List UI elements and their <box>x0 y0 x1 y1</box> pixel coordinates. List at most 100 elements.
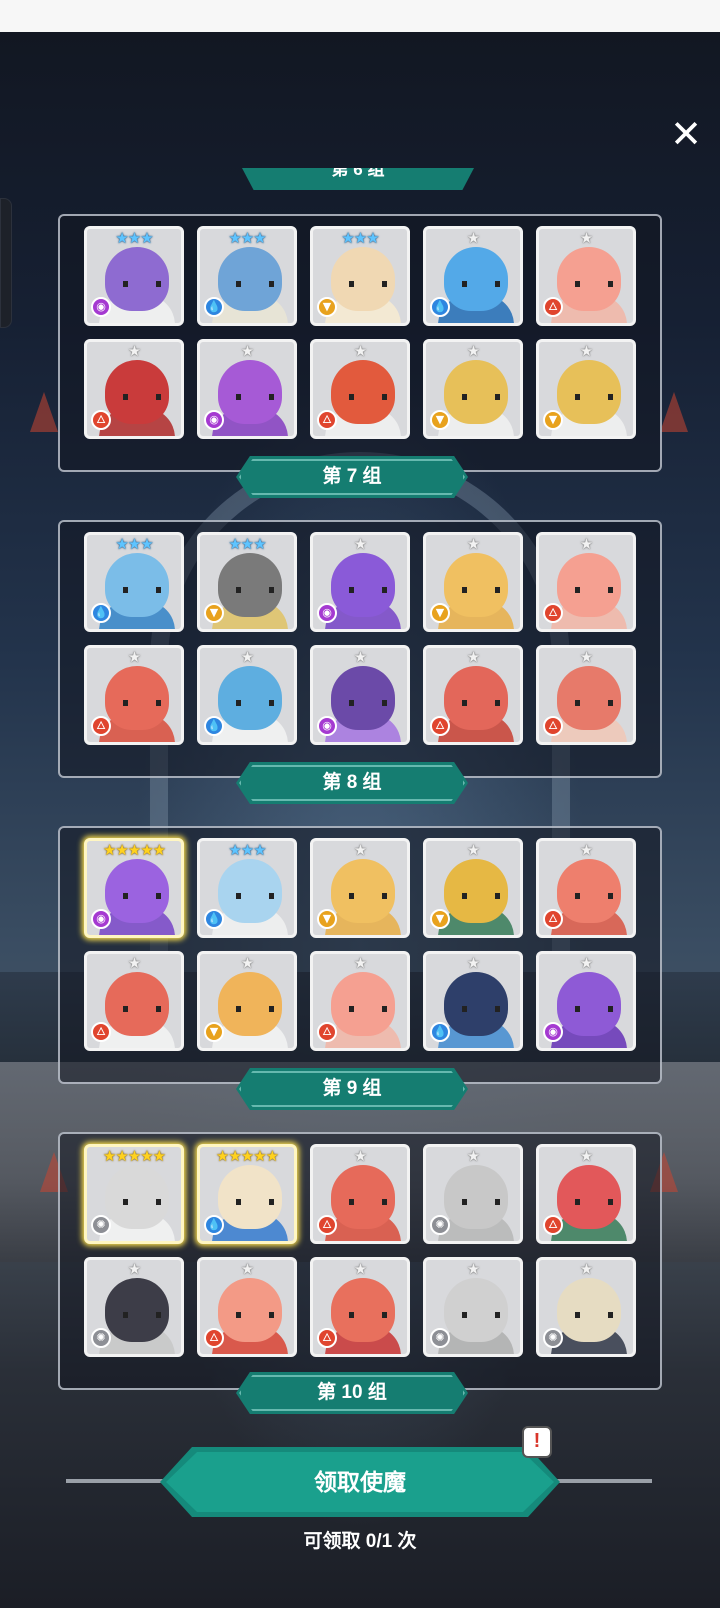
familiar-card[interactable]: ★★★ 💧 <box>197 226 297 326</box>
star-rating: ★ <box>353 648 367 666</box>
familiar-card[interactable]: ★ ▼ <box>423 532 523 632</box>
dark-element-icon: ◉ <box>91 297 111 317</box>
familiar-card[interactable]: ★ 💧 <box>423 951 523 1051</box>
star-rating: ★ <box>240 342 254 360</box>
familiar-card[interactable]: ★★★ ▼ <box>310 226 410 326</box>
familiar-card[interactable]: ★ 🜂 <box>536 226 636 326</box>
star-rating: ★ <box>579 535 593 553</box>
star-rating: ★ <box>353 954 367 972</box>
familiar-portrait <box>331 360 395 424</box>
water-element-icon: 💧 <box>430 1022 450 1042</box>
familiar-card[interactable]: ★ 🜂 <box>84 951 184 1051</box>
claim-button-label: 领取使魔 <box>314 1469 406 1495</box>
dark-element-icon: ◉ <box>204 410 224 430</box>
star-rating: ★★★ <box>341 229 379 247</box>
familiar-portrait <box>331 972 395 1036</box>
familiar-card[interactable]: ★ ▼ <box>536 339 636 439</box>
familiar-card[interactable]: ★ ✺ <box>536 1257 636 1357</box>
familiar-card-grid: ★★★★★ ◉ ★★★ 💧 ★ ▼ ★ ▼ ★ 🜂 ★ 🜂 ★ ▼ ★ 🜂 ★ 💧 ★ ◉ <box>84 838 636 1051</box>
familiar-card[interactable]: ★ ✺ <box>423 1144 523 1244</box>
alert-icon: ! <box>522 1426 552 1458</box>
star-rating: ★ <box>353 535 367 553</box>
familiar-card[interactable]: ★ 🜂 <box>310 1257 410 1357</box>
fire-element-icon: 🜂 <box>317 1215 337 1235</box>
familiar-card[interactable]: ★★★★★ ◉ <box>84 838 184 938</box>
familiar-portrait <box>105 972 169 1036</box>
star-rating: ★ <box>127 648 141 666</box>
familiar-group-panel: ★★★★★ ✺ ★★★★★ 💧 ★ 🜂 ★ ✺ ★ 🜂 ★ ✺ ★ 🜂 ★ 🜂 ★ ✺ ★ ✺ <box>58 1132 662 1390</box>
familiar-portrait <box>105 1165 169 1229</box>
star-rating: ★ <box>579 229 593 247</box>
familiar-card[interactable]: ★ 🜂 <box>84 339 184 439</box>
water-element-icon: 💧 <box>204 909 224 929</box>
familiar-portrait <box>105 553 169 617</box>
familiar-card-grid: ★★★ ◉ ★★★ 💧 ★★★ ▼ ★ 💧 ★ 🜂 ★ 🜂 ★ ◉ ★ 🜂 ★ ▼ ★ ▼ <box>84 226 636 439</box>
familiar-card[interactable]: ★★★ 💧 <box>84 532 184 632</box>
familiar-card[interactable]: ★ ◉ <box>536 951 636 1051</box>
familiar-card[interactable]: ★ ▼ <box>423 838 523 938</box>
familiar-card[interactable]: ★★★ ▼ <box>197 532 297 632</box>
water-element-icon: 💧 <box>204 716 224 736</box>
water-element-icon: 💧 <box>91 603 111 623</box>
star-rating: ★ <box>353 1147 367 1165</box>
familiar-portrait <box>105 666 169 730</box>
light-element-icon: ▼ <box>204 603 224 623</box>
familiar-card[interactable]: ★ 🜂 <box>310 339 410 439</box>
familiar-card[interactable]: ★ ◉ <box>197 339 297 439</box>
star-rating: ★★★ <box>228 841 266 859</box>
familiar-card[interactable]: ★ ✺ <box>423 1257 523 1357</box>
fire-element-icon: 🜂 <box>317 1022 337 1042</box>
fire-element-icon: 🜂 <box>543 297 563 317</box>
familiar-card[interactable]: ★★★ 💧 <box>197 838 297 938</box>
dark-element-icon: ◉ <box>317 603 337 623</box>
familiar-portrait <box>557 247 621 311</box>
star-rating: ★ <box>466 229 480 247</box>
star-rating: ★★★ <box>228 229 266 247</box>
background-spike <box>660 392 688 432</box>
familiar-card[interactable]: ★ 🜂 <box>536 645 636 745</box>
familiar-card[interactable]: ★ ◉ <box>310 645 410 745</box>
familiar-card[interactable]: ★★★★★ ✺ <box>84 1144 184 1244</box>
familiar-card[interactable]: ★ 🜂 <box>197 1257 297 1357</box>
close-button[interactable]: ✕ <box>664 112 708 156</box>
familiar-card[interactable]: ★★★★★ 💧 <box>197 1144 297 1244</box>
claim-divider-right <box>544 1479 652 1483</box>
star-rating: ★ <box>579 1147 593 1165</box>
background-spike <box>30 392 58 432</box>
fire-element-icon: 🜂 <box>543 603 563 623</box>
star-rating: ★★★★★ <box>102 841 166 859</box>
dark-element-icon: ◉ <box>543 1022 563 1042</box>
side-drawer-handle[interactable] <box>0 198 12 328</box>
star-rating: ★ <box>466 954 480 972</box>
familiar-portrait <box>105 360 169 424</box>
familiar-portrait <box>218 972 282 1036</box>
star-rating: ★ <box>353 342 367 360</box>
fire-element-icon: 🜂 <box>317 410 337 430</box>
familiar-portrait <box>218 553 282 617</box>
familiar-card[interactable]: ★ ◉ <box>310 532 410 632</box>
wind-element-icon: ✺ <box>543 1328 563 1348</box>
familiar-card[interactable]: ★ 🜂 <box>536 1144 636 1244</box>
familiar-card[interactable]: ★ ▼ <box>423 339 523 439</box>
familiar-card[interactable]: ★ 💧 <box>423 226 523 326</box>
familiar-card[interactable]: ★★★ ◉ <box>84 226 184 326</box>
familiar-card[interactable]: ★ 🜂 <box>310 1144 410 1244</box>
familiar-card[interactable]: ★ 🜂 <box>84 645 184 745</box>
light-element-icon: ▼ <box>543 410 563 430</box>
familiar-card[interactable]: ★ ▼ <box>197 951 297 1051</box>
familiar-card[interactable]: ★ 🜂 <box>536 532 636 632</box>
star-rating: ★★★ <box>115 229 153 247</box>
familiar-card[interactable]: ★ 🜂 <box>310 951 410 1051</box>
familiar-card[interactable]: ★ 🜂 <box>536 838 636 938</box>
familiar-portrait <box>557 1278 621 1342</box>
light-element-icon: ▼ <box>430 909 450 929</box>
familiar-card[interactable]: ★ 🜂 <box>423 645 523 745</box>
familiar-portrait <box>557 360 621 424</box>
claim-familiar-button[interactable]: 领取使魔 <box>160 1447 560 1517</box>
group-label: 第 7 组 <box>236 456 468 498</box>
familiar-card[interactable]: ★ ▼ <box>310 838 410 938</box>
water-element-icon: 💧 <box>430 297 450 317</box>
familiar-card[interactable]: ★ 💧 <box>197 645 297 745</box>
familiar-card[interactable]: ★ ✺ <box>84 1257 184 1357</box>
fire-element-icon: 🜂 <box>91 716 111 736</box>
